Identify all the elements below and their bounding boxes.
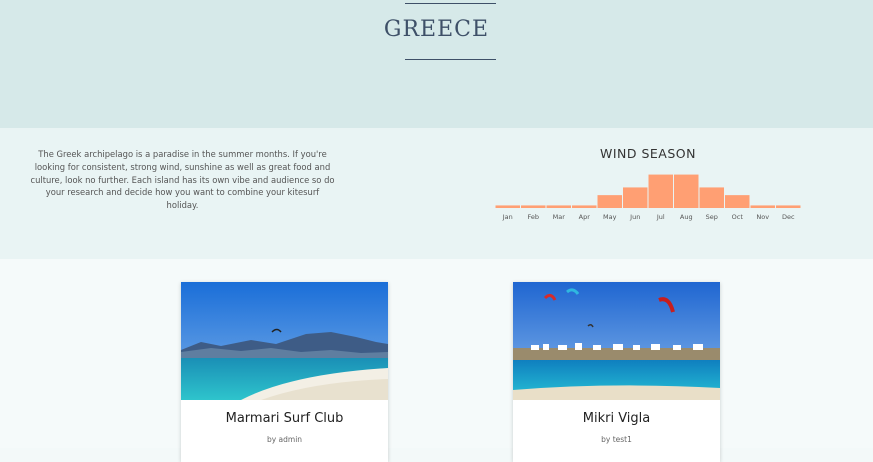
spots-section: Marmari Surf Club by admin Mikri Vigla b…	[0, 259, 873, 462]
wind-tick-label: Sep	[706, 213, 718, 221]
spot-title[interactable]: Marmari Surf Club	[181, 411, 388, 426]
intro-text: The Greek archipelago is a paradise in t…	[30, 149, 335, 211]
hero-banner: GREECE	[0, 0, 873, 128]
wind-tick-label: Jul	[656, 213, 665, 221]
wind-tick-label: Aug	[680, 213, 693, 221]
wind-bar-jul	[648, 174, 673, 208]
wind-bar-nov	[750, 205, 775, 208]
title-rule-top	[405, 3, 496, 4]
wind-tick-label: Jan	[502, 213, 513, 221]
title-rule-bottom	[405, 59, 496, 60]
wind-bar-dec	[776, 205, 801, 208]
info-section: The Greek archipelago is a paradise in t…	[0, 128, 873, 259]
spot-card-marmari[interactable]: Marmari Surf Club by admin	[181, 282, 388, 462]
wind-bar-jun	[623, 187, 648, 208]
spot-photo[interactable]	[181, 282, 388, 400]
wind-season-title: WIND SEASON	[599, 146, 696, 161]
wind-tick-label: Jun	[629, 213, 640, 221]
wind-tick-label: Feb	[527, 213, 539, 221]
wind-bar-oct	[725, 195, 750, 208]
wind-bar-feb	[521, 205, 546, 208]
wind-bar-sep	[699, 187, 724, 208]
spot-author: by test1	[601, 435, 632, 444]
spot-photo[interactable]	[513, 282, 720, 400]
wind-tick-label: Dec	[782, 213, 795, 221]
wind-bar-apr	[572, 205, 597, 208]
wind-bar-jan	[495, 205, 520, 208]
wind-bar-aug	[674, 174, 699, 208]
wind-tick-label: Apr	[579, 213, 591, 221]
spot-title[interactable]: Mikri Vigla	[513, 411, 720, 426]
wind-tick-label: Mar	[553, 213, 566, 221]
spot-card-mikri-vigla[interactable]: Mikri Vigla by test1	[513, 282, 720, 462]
wind-season-chart: Jan Feb Mar Apr May Jun Jul Aug Sep Oct Nov Dec	[495, 174, 801, 221]
wind-tick-label: May	[603, 213, 617, 221]
wind-bar-may	[597, 195, 622, 208]
spot-author: by admin	[266, 435, 303, 444]
page-title: GREECE	[383, 17, 490, 42]
wind-tick-label: Oct	[732, 213, 744, 221]
wind-tick-label: Nov	[756, 213, 769, 221]
wind-bar-mar	[546, 205, 571, 208]
